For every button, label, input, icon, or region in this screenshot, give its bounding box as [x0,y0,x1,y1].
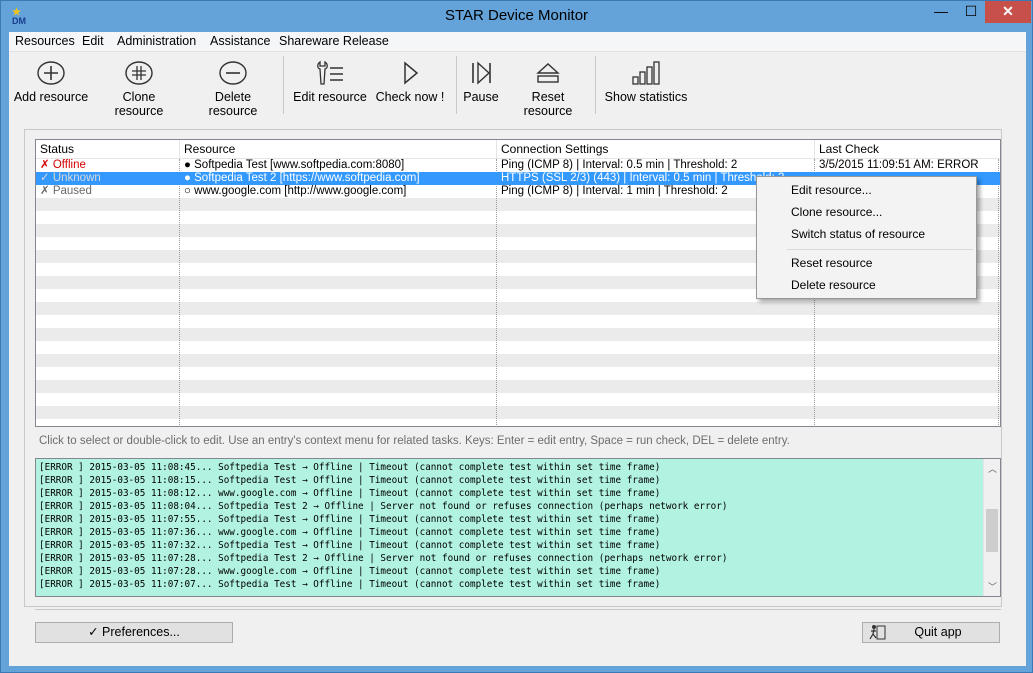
app-window: ★ DM STAR Device Monitor — ☐ ✕ Resources … [0,0,1033,673]
ctx-separator [787,249,973,250]
resource-cell: ● Softpedia Test 2 [https://www.softpedi… [184,172,420,184]
show-statistics-label: Show statistics [604,90,688,104]
log-line: [ERROR ] 2015-03-05 11:07:28... Softpedi… [39,553,728,564]
play-icon [375,58,445,90]
usage-hint: Click to select or double-click to edit.… [39,435,790,447]
add-resource-label: Add resource [13,90,89,104]
column-divider[interactable] [814,140,815,159]
clone-resource-button[interactable]: Clone resource [97,58,181,118]
edit-resource-button[interactable]: Edit resource [292,58,368,114]
toolbar-separator [283,56,284,114]
eject-icon [506,58,590,90]
menu-edit[interactable]: Edit [82,34,104,48]
column-last-check[interactable]: Last Check [819,142,879,156]
close-button[interactable]: ✕ [985,1,1031,23]
log-line: [ERROR ] 2015-03-05 11:07:36... www.goog… [39,527,661,538]
pause-icon [461,58,501,90]
resource-cell: ○ www.google.com [http://www.google.com] [184,185,407,197]
pause-button[interactable]: Pause [461,58,501,114]
log-line: [ERROR ] 2015-03-05 11:07:32... Softpedi… [39,540,661,551]
ctx-reset-resource[interactable]: Reset resource [791,256,872,270]
resource-cell: ● Softpedia Test [www.softpedia.com:8080… [184,159,405,171]
toolbar-separator [595,56,596,114]
check-now-button[interactable]: Check now ! [375,58,445,114]
status-cell: ✗ Paused [40,185,92,197]
clone-resource-label: Clone resource [114,90,164,118]
column-gridline [998,159,999,426]
preferences-button[interactable]: ✓ Preferences... [35,622,233,643]
column-gridline [179,159,180,426]
delete-resource-button[interactable]: Delete resource [190,58,276,118]
scroll-up-icon[interactable]: ︿ [984,462,1000,475]
menu-administration[interactable]: Administration [117,34,196,48]
context-menu: Edit resource... Clone resource... Switc… [756,176,977,299]
ctx-clone-resource[interactable]: Clone resource... [791,205,882,219]
add-circle-icon [13,58,89,90]
wrench-list-icon [292,58,368,90]
last-check-cell: 3/5/2015 11:09:51 AM: ERROR [819,159,979,171]
log-line: [ERROR ] 2015-03-05 11:08:12... www.goog… [39,488,661,499]
log-line: [ERROR ] 2015-03-05 11:07:28... www.goog… [39,566,661,577]
status-cell: ✓ Unknown [40,172,101,184]
column-divider[interactable] [179,140,180,159]
toolbar-separator [456,56,457,114]
log-line: [ERROR ] 2015-03-05 11:08:45... Softpedi… [39,462,661,473]
column-divider[interactable] [496,140,497,159]
add-resource-button[interactable]: Add resource [13,58,89,114]
ctx-switch-status[interactable]: Switch status of resource [791,227,925,241]
quit-app-button[interactable]: Quit app [862,622,1000,643]
log-line: [ERROR ] 2015-03-05 11:08:04... Softpedi… [39,501,728,512]
pause-label: Pause [463,90,499,104]
column-resource[interactable]: Resource [184,142,235,156]
status-cell: ✗ Offline [40,159,86,171]
maximize-button[interactable]: ☐ [957,1,985,23]
show-statistics-button[interactable]: Show statistics [604,58,688,114]
log-line: [ERROR ] 2015-03-05 11:08:15... Softpedi… [39,475,661,486]
scroll-thumb[interactable] [986,509,998,552]
minimize-button[interactable]: — [926,1,956,23]
ctx-edit-resource[interactable]: Edit resource... [791,183,872,197]
settings-cell: Ping (ICMP 8) | Interval: 0.5 min | Thre… [501,159,738,171]
clone-circle-icon [97,58,181,90]
bar-chart-icon [604,58,688,90]
log-scrollbar[interactable]: ︿ ﹀ [983,459,1000,596]
scroll-down-icon[interactable]: ﹀ [984,580,1000,593]
table-row[interactable]: ✗ Offline ● Softpedia Test [www.softpedi… [36,159,1000,172]
menu-shareware-release[interactable]: Shareware Release [279,34,389,48]
toolbar: Add resource Clone resource Delete resou… [9,52,1026,120]
window-title: STAR Device Monitor [444,7,589,24]
column-connection-settings[interactable]: Connection Settings [501,142,608,156]
client-area: Resources Edit Administration Assistance… [9,32,1026,666]
settings-cell: Ping (ICMP 8) | Interval: 1 min | Thresh… [501,185,728,197]
menu-assistance[interactable]: Assistance [210,34,270,48]
reset-resource-label: Reset resource [523,90,573,118]
column-status[interactable]: Status [40,142,74,156]
settings-cell: HTTPS (SSL 2/3) (443) | Interval: 0.5 mi… [501,172,785,184]
log-line: [ERROR ] 2015-03-05 11:07:55... Softpedi… [39,514,661,525]
title-bar[interactable]: ★ DM STAR Device Monitor — ☐ ✕ [1,1,1032,32]
ctx-delete-resource[interactable]: Delete resource [791,278,876,292]
log-line: [ERROR ] 2015-03-05 11:07:07... Softpedi… [39,579,661,590]
footer-divider [35,609,1001,610]
menu-resources[interactable]: Resources [15,34,75,48]
check-now-label: Check now ! [375,90,445,104]
exit-figure-icon [869,624,887,647]
column-gridline [496,159,497,426]
delete-resource-label: Delete resource [208,90,258,118]
reset-resource-button[interactable]: Reset resource [506,58,590,118]
delete-circle-icon [190,58,276,90]
menu-bar: Resources Edit Administration Assistance… [9,32,1026,52]
grid-header: Status Resource Connection Settings Last… [36,140,1000,159]
event-log[interactable]: [ERROR ] 2015-03-05 11:08:45... Softpedi… [35,458,1001,597]
edit-resource-label: Edit resource [293,90,367,104]
quit-app-label: Quit app [914,625,962,639]
